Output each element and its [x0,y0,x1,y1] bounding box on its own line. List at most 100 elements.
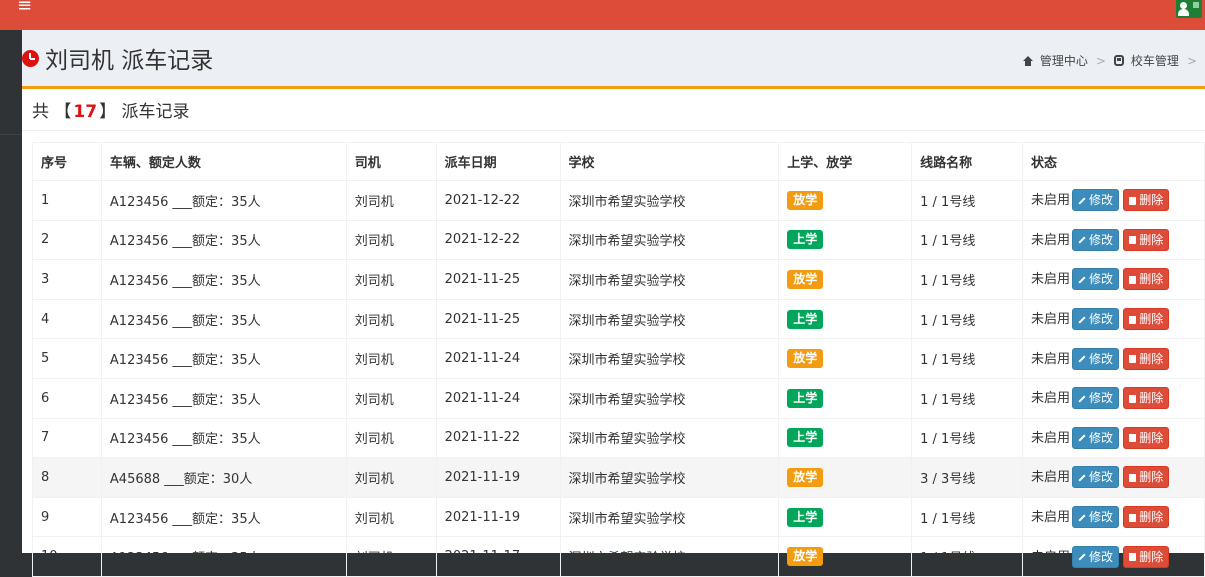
vehicle-capacity: A123456 ___额定：35人 [100,377,347,419]
school-name: 深圳市希望实验学校 [559,457,780,498]
table-row: 10 A123456 ___额定：35人 刘司机 2021-11-17 深圳市希望实验学… [32,536,1205,577]
school-name: 深圳市希望实验学校 [559,377,780,419]
edit-button[interactable]: 修改 [1072,506,1120,529]
edit-button[interactable]: 修改 [1072,347,1120,370]
trip-badge: 上学 [787,309,824,329]
school-name: 深圳市希望实验学校 [559,536,780,577]
trip-cell: 上学 [778,496,913,538]
row-number: 7 [32,417,102,459]
edit-button[interactable]: 修改 [1072,466,1120,489]
edit-button[interactable]: 修改 [1072,228,1120,251]
trip-badge: 上学 [787,428,824,448]
table-row: 9 A123456 ___额定：35人 刘司机 2021-11-19 深圳市希望实验学校… [32,496,1205,538]
vehicle-capacity: A123456 ___额定：35人 [100,180,347,221]
delete-button[interactable]: 删除 [1123,228,1170,251]
driver-name: 刘司机 [345,496,437,538]
edit-label: 修改 [1089,391,1114,406]
row-number: 4 [32,298,102,340]
user-avatar-icon[interactable] [1176,0,1202,18]
column-header: 上学、放学 [778,142,913,181]
breadcrumb-item-home[interactable]: 管理中心 [1040,52,1088,69]
status-text: 未启用 [1031,549,1071,565]
pencil-icon [1078,316,1086,324]
edit-button[interactable]: 修改 [1072,387,1120,410]
trash-icon [1129,275,1137,284]
school-name: 深圳市希望实验学校 [559,417,780,459]
dispatch-date: 2021-11-25 [435,259,561,300]
edit-label: 修改 [1089,549,1114,564]
delete-button[interactable]: 删除 [1123,347,1170,370]
breadcrumb-item-bus-management[interactable]: 校车管理 [1131,52,1179,69]
status-text: 未启用 [1031,430,1071,446]
page-title: 刘司机 派车记录 [22,43,213,74]
status-text: 未启用 [1031,232,1071,248]
records-box: 共 【17】 派车记录 序号 车辆、额定人数 司机 派车日期 学校 上学、放学 … [22,86,1205,577]
edit-button[interactable]: 修改 [1072,426,1120,449]
dispatch-date: 2021-12-22 [435,180,561,221]
dispatch-table: 序号 车辆、额定人数 司机 派车日期 学校 上学、放学 线路名称 状态 1 A12… [32,142,1205,577]
vehicle-capacity: A123456 ___额定：35人 [100,417,347,459]
delete-button[interactable]: 删除 [1123,545,1170,568]
trash-icon [1129,553,1137,562]
trip-cell: 上学 [778,417,913,459]
delete-button[interactable]: 删除 [1123,268,1170,291]
vehicle-capacity: A123456 ___额定：35人 [100,259,347,300]
driver-name: 刘司机 [345,298,437,340]
table-row: 8 A45688 ___额定：30人 刘司机 2021-11-19 深圳市希望实验学校放… [32,457,1205,498]
vehicle-capacity: A45688 ___额定：30人 [100,457,347,498]
delete-label: 删除 [1139,193,1164,208]
driver-name: 刘司机 [345,180,437,221]
status-text: 未启用 [1031,470,1071,486]
edit-button[interactable]: 修改 [1072,189,1120,212]
summary-suffix: 】 派车记录 [99,102,190,122]
delete-button[interactable]: 删除 [1123,308,1170,331]
record-count: 17 [73,102,98,122]
school-name: 深圳市希望实验学校 [559,298,780,340]
table-row: 2 A123456 ___额定：35人 刘司机 2021-12-22 深圳市希望实验学校… [32,219,1205,261]
row-number: 8 [32,457,102,498]
row-number: 3 [32,259,102,300]
status-cell: 未启用 修改 删除 [1022,496,1205,538]
trip-badge: 上学 [787,230,824,250]
vehicle-capacity: A123456 ___额定：35人 [100,496,347,538]
breadcrumb-separator: > [1186,53,1197,68]
status-cell: 未启用 修改 删除 [1022,180,1205,221]
driver-name: 刘司机 [345,536,437,577]
edit-button[interactable]: 修改 [1072,308,1120,331]
trash-icon [1129,473,1137,482]
edit-button[interactable]: 修改 [1072,268,1120,291]
trip-badge: 放学 [787,190,824,210]
delete-button[interactable]: 删除 [1123,466,1170,489]
trash-icon [1129,315,1137,324]
table-row: 6 A123456 ___额定：35人 刘司机 2021-11-24 深圳市希望实验学校… [32,377,1205,419]
delete-label: 删除 [1139,232,1164,247]
row-number: 9 [32,496,102,538]
delete-button[interactable]: 删除 [1123,189,1170,212]
trash-icon [1129,355,1137,364]
edit-label: 修改 [1089,232,1114,247]
delete-button[interactable]: 删除 [1123,506,1170,529]
trip-badge: 放学 [787,467,824,487]
driver-name: 刘司机 [345,457,437,498]
trash-icon [1129,434,1137,443]
menu-icon[interactable]: ≡ [17,0,32,15]
route-name: 1 / 1号线 [911,219,1024,261]
school-name: 深圳市希望实验学校 [559,496,780,538]
school-name: 深圳市希望实验学校 [559,259,780,300]
column-header: 司机 [345,142,437,181]
dispatch-date: 2021-12-22 [435,219,561,261]
delete-button[interactable]: 删除 [1123,426,1170,449]
status-cell: 未启用 修改 删除 [1022,457,1205,498]
column-header: 车辆、额定人数 [100,142,347,181]
route-name: 1 / 1号线 [911,377,1024,419]
trip-badge: 放学 [787,349,824,369]
breadcrumb: 管理中心 > 校车管理 > [1022,52,1205,69]
delete-button[interactable]: 删除 [1123,387,1170,410]
route-name: 1 / 1号线 [911,338,1024,379]
edit-button[interactable]: 修改 [1072,545,1120,568]
dispatch-date: 2021-11-19 [435,457,561,498]
trip-badge: 上学 [787,507,824,527]
pencil-icon [1078,474,1086,482]
status-text: 未启用 [1031,272,1071,288]
vehicle-capacity: A123456 ___额定：35人 [100,338,347,379]
